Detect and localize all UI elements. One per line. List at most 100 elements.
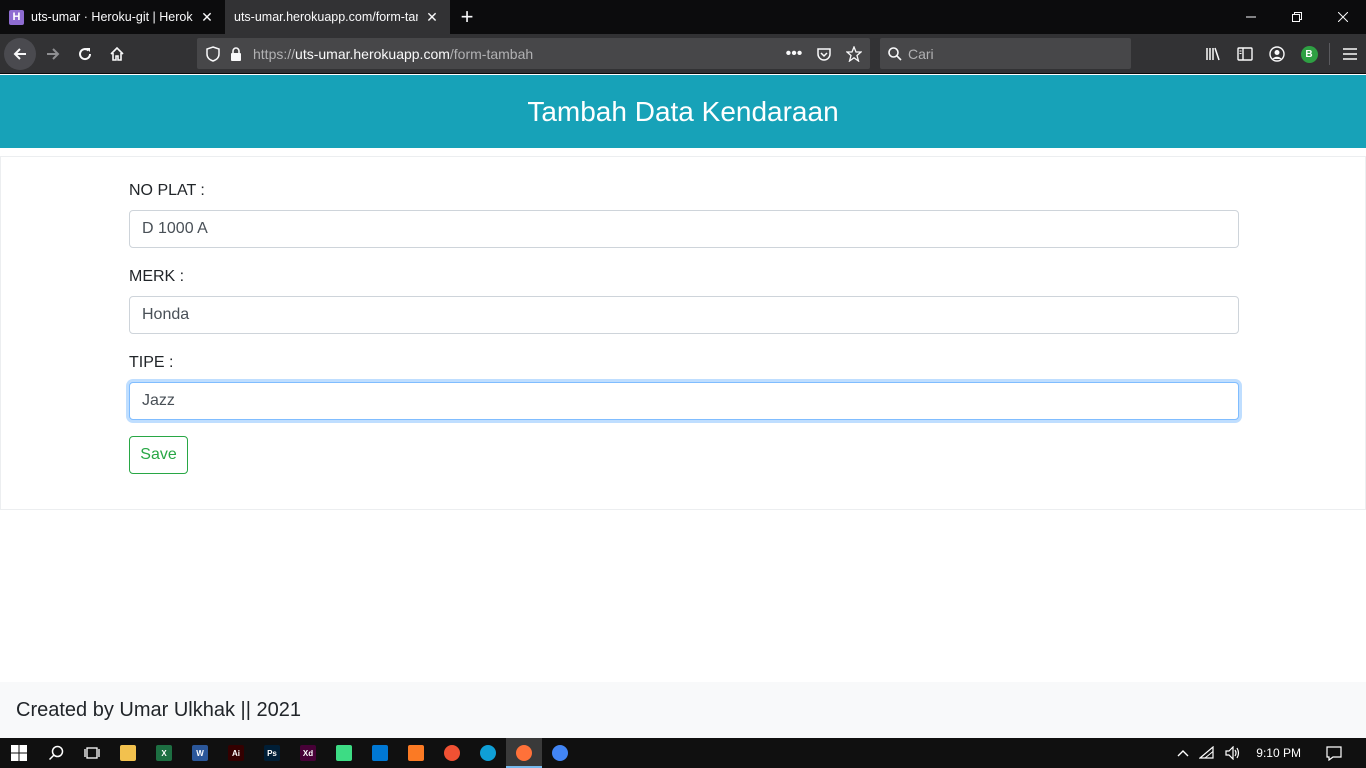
tab-strip: H uts-umar · Heroku-git | Heroku ✕ uts-u… <box>0 0 1366 34</box>
url-actions: ••• <box>784 45 864 63</box>
bookmark-star-icon[interactable] <box>844 45 864 62</box>
vscode-icon <box>372 745 388 761</box>
file-explorer-icon <box>120 745 136 761</box>
close-window-button[interactable] <box>1320 0 1366 34</box>
home-icon <box>110 46 124 61</box>
avatar: B <box>1300 45 1318 63</box>
chevron-up-icon[interactable] <box>1172 749 1194 757</box>
taskbar-app[interactable]: Ai <box>218 738 254 768</box>
edge-icon <box>480 745 496 761</box>
home-button[interactable] <box>101 38 133 70</box>
git-icon <box>444 745 460 761</box>
taskbar-app[interactable] <box>362 738 398 768</box>
tipe-label: TIPE : <box>129 354 174 371</box>
url-text[interactable]: https://uts-umar.herokuapp.com/form-tamb… <box>253 46 784 62</box>
restore-icon <box>1292 12 1302 22</box>
task-view-icon <box>84 747 100 759</box>
tracking-shield-icon[interactable] <box>199 45 227 62</box>
taskbar-app[interactable]: Ps <box>254 738 290 768</box>
account-icon[interactable] <box>1261 38 1293 70</box>
heroku-icon: H <box>9 9 24 25</box>
tab-title: uts-umar.herokuapp.com/form-tambah <box>234 10 418 24</box>
close-icon[interactable]: ✕ <box>199 9 215 25</box>
merk-label: MERK : <box>129 268 185 285</box>
no-plat-input[interactable] <box>129 210 1239 248</box>
clock[interactable]: 9:10 PM <box>1246 746 1321 760</box>
restore-button[interactable] <box>1274 0 1320 34</box>
taskbar-apps: X W Ai Ps Xd <box>110 738 578 768</box>
back-button[interactable] <box>4 38 36 70</box>
back-arrow-icon <box>13 48 26 60</box>
taskbar: X W Ai Ps Xd 9:10 PM <box>0 738 1366 768</box>
pocket-icon[interactable] <box>814 46 834 62</box>
firefox-icon <box>516 745 532 761</box>
photoshop-icon: Ps <box>264 745 280 761</box>
system-tray: 9:10 PM <box>1172 738 1366 768</box>
extension-button[interactable]: B <box>1293 38 1325 70</box>
chrome-icon <box>552 745 568 761</box>
tab-form-tambah[interactable]: uts-umar.herokuapp.com/form-tambah ✕ <box>225 0 450 34</box>
taskbar-app[interactable] <box>506 738 542 768</box>
word-icon: W <box>192 745 208 761</box>
taskbar-app[interactable] <box>542 738 578 768</box>
task-view-button[interactable] <box>74 738 110 768</box>
search-icon <box>888 46 902 61</box>
taskbar-app[interactable]: X <box>146 738 182 768</box>
url-scheme: https:// <box>253 45 296 62</box>
menu-button[interactable] <box>1334 38 1366 70</box>
save-button[interactable]: Save <box>129 436 188 474</box>
page-footer: Created by Umar Ulkhak || 2021 <box>0 682 1366 738</box>
close-icon[interactable]: ✕ <box>424 9 440 25</box>
start-button[interactable] <box>0 738 38 768</box>
taskbar-app[interactable] <box>470 738 506 768</box>
xampp-icon <box>408 745 424 761</box>
taskbar-search-button[interactable] <box>38 738 74 768</box>
tab-heroku[interactable]: H uts-umar · Heroku-git | Heroku ✕ <box>0 0 225 34</box>
windows-logo-icon <box>11 745 27 761</box>
illustrator-icon: Ai <box>228 745 244 761</box>
minimize-icon <box>1246 16 1256 18</box>
url-bar[interactable]: https://uts-umar.herokuapp.com/form-tamb… <box>197 38 870 69</box>
navigation-bar: https://uts-umar.herokuapp.com/form-tamb… <box>0 34 1366 74</box>
close-icon <box>1338 12 1348 22</box>
search-input[interactable] <box>908 45 1108 62</box>
tab-title: uts-umar · Heroku-git | Heroku <box>31 10 193 24</box>
new-tab-button[interactable]: + <box>450 0 484 34</box>
page-header: Tambah Data Kendaraan <box>0 75 1366 148</box>
library-icon[interactable] <box>1197 38 1229 70</box>
search-icon <box>48 745 64 761</box>
forward-arrow-icon <box>47 48 60 60</box>
reload-button[interactable] <box>69 38 101 70</box>
minimize-button[interactable] <box>1228 0 1274 34</box>
taskbar-app[interactable]: Xd <box>290 738 326 768</box>
xd-icon: Xd <box>300 745 316 761</box>
more-actions-icon[interactable]: ••• <box>784 45 804 63</box>
toolbar-right: B <box>1197 38 1366 70</box>
lock-icon[interactable] <box>227 46 245 61</box>
no-plat-label: NO PLAT : <box>129 182 205 199</box>
notification-button[interactable] <box>1321 745 1366 761</box>
forward-button[interactable] <box>37 38 69 70</box>
taskbar-app[interactable] <box>326 738 362 768</box>
search-bar[interactable] <box>880 38 1131 69</box>
taskbar-app[interactable]: W <box>182 738 218 768</box>
window-controls <box>1228 0 1366 34</box>
url-host: uts-umar.herokuapp.com <box>295 45 450 62</box>
taskbar-app[interactable] <box>434 738 470 768</box>
volume-icon[interactable] <box>1220 746 1246 760</box>
toolbar-separator <box>1329 43 1330 65</box>
taskbar-app[interactable] <box>110 738 146 768</box>
hamburger-menu-icon <box>1343 48 1357 60</box>
excel-icon: X <box>156 745 172 761</box>
reload-icon <box>79 48 92 61</box>
android-studio-icon <box>336 745 352 761</box>
sidebar-toggle-icon[interactable] <box>1229 38 1261 70</box>
wifi-icon[interactable] <box>1194 746 1220 760</box>
form-card: NO PLAT : MERK : TIPE : Save <box>0 156 1366 510</box>
merk-input[interactable] <box>129 296 1239 334</box>
taskbar-app[interactable] <box>398 738 434 768</box>
page-title: Tambah Data Kendaraan <box>527 95 839 127</box>
url-path: /form-tambah <box>449 45 534 62</box>
tipe-input[interactable] <box>129 382 1239 420</box>
footer-text: Created by Umar Ulkhak || 2021 <box>16 698 301 721</box>
